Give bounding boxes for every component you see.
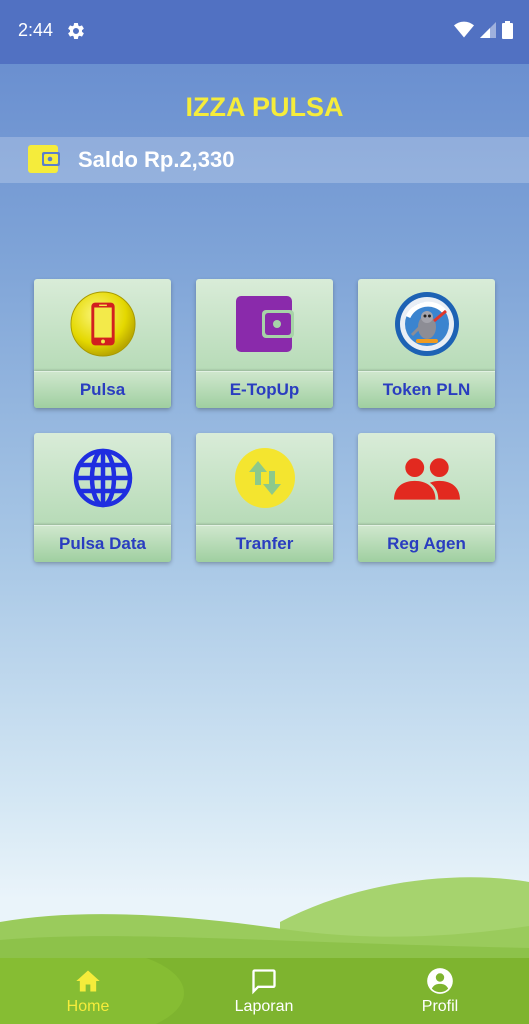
smartphone-icon: [69, 291, 136, 357]
menu-pulsa-data[interactable]: Pulsa Data: [34, 433, 171, 562]
nav-laporan[interactable]: Laporan: [176, 958, 352, 1024]
menu-label: Token PLN: [358, 371, 495, 408]
menu-pulsa[interactable]: Pulsa: [34, 279, 171, 408]
menu-tranfer[interactable]: Tranfer: [196, 433, 333, 562]
status-time: 2:44: [18, 20, 54, 40]
status-indicators: [454, 21, 513, 39]
menu-label: Pulsa: [34, 371, 171, 408]
menu-label: Reg Agen: [358, 525, 495, 562]
nav-laporan-label: Laporan: [234, 997, 294, 1015]
saldo-text: Saldo Rp.2,330: [78, 147, 235, 172]
globe-icon: [70, 445, 136, 511]
bottom-navigation: Home Laporan Profil: [0, 958, 529, 1024]
transfer-arrows-icon: [232, 445, 298, 511]
menu-label: E-TopUp: [196, 371, 333, 408]
wallet-icon: [28, 145, 60, 173]
nav-home-label: Home: [66, 997, 110, 1015]
nav-profil[interactable]: Profil: [352, 958, 528, 1024]
nav-home[interactable]: Home: [0, 958, 176, 1024]
account-circle-icon: [427, 967, 453, 994]
menu-label: Pulsa Data: [34, 525, 171, 562]
menu-token-pln[interactable]: Token PLN: [358, 279, 495, 408]
signal-icon: [480, 22, 496, 38]
home-icon: [76, 970, 100, 991]
listrik-prabayar-logo-icon: [394, 291, 460, 357]
menu-reg-agen[interactable]: Reg Agen: [358, 433, 495, 562]
message-square-icon: [252, 968, 276, 994]
app-title: IZZA PULSA: [185, 92, 344, 122]
hills-background: [0, 877, 529, 965]
wifi-icon: [454, 21, 474, 38]
people-icon: [393, 445, 460, 511]
status-bar: 2:44: [0, 0, 529, 64]
menu-label: Tranfer: [196, 525, 333, 562]
wallet-icon: [232, 291, 298, 357]
settings-gear-icon: [68, 22, 84, 39]
nav-profil-label: Profil: [421, 997, 459, 1015]
saldo-bar: Saldo Rp.2,330: [0, 137, 529, 183]
battery-icon: [502, 21, 513, 39]
menu-etopup[interactable]: E-TopUp: [196, 279, 333, 408]
